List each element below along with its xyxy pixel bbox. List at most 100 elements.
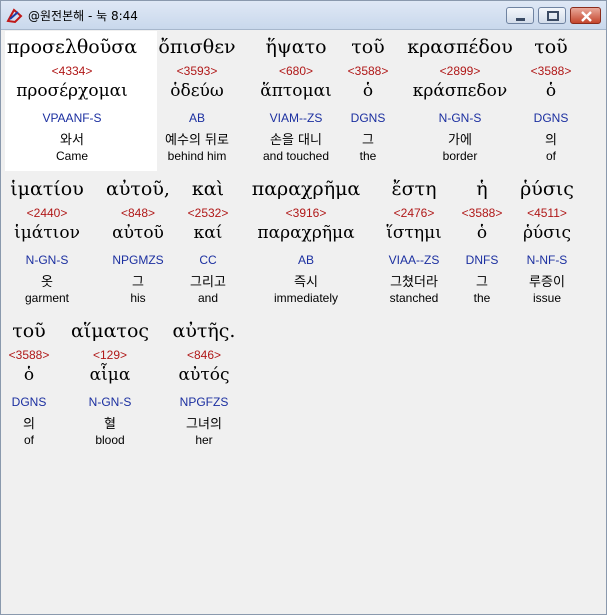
word-english: blood — [95, 433, 125, 447]
word-english: garment — [24, 291, 70, 305]
word-korean: 혈 — [104, 417, 116, 432]
word-korean: 그 — [362, 133, 374, 148]
word-lemma: καί — [193, 223, 223, 243]
word-strong: <4334> — [51, 64, 93, 78]
word-english: his — [130, 291, 146, 305]
word-strong: <3588> — [8, 348, 50, 362]
word-english: of — [23, 433, 34, 447]
maximize-button[interactable] — [538, 7, 566, 24]
word-lemma: ἱμάτιον — [14, 223, 80, 243]
word-english: issue — [532, 291, 561, 305]
word-english: of — [545, 149, 556, 163]
maximize-icon — [547, 11, 559, 21]
word-greek: τοῦ — [12, 320, 46, 342]
word-korean: 즉시 — [294, 275, 318, 290]
word-parse: N-GN-S — [25, 253, 69, 267]
word-greek: κρασπέδου — [407, 36, 513, 58]
word-greek: ἱματίου — [10, 178, 84, 200]
word-korean: 그 — [476, 275, 488, 290]
word-korean: 가에 — [448, 133, 472, 148]
word-parse: AB — [188, 111, 205, 125]
close-button[interactable] — [570, 7, 601, 24]
word-korean: 그 — [132, 275, 144, 290]
word-english: stanched — [389, 291, 439, 305]
word-english: behind him — [167, 149, 227, 163]
word-parse: DGNS — [533, 111, 569, 125]
word-korean: 손을 대니 — [270, 133, 322, 148]
word-parse: NPGMZS — [112, 253, 164, 267]
app-logo-icon — [6, 8, 23, 24]
word-parse: VPAANF-S — [42, 111, 102, 125]
word-lemma: προσέρχομαι — [16, 81, 128, 101]
word-strong: <2532> — [187, 206, 229, 220]
word-parse: DGNS — [350, 111, 386, 125]
word-korean: 그쳤더라 — [390, 275, 438, 290]
word-parse: DNFS — [465, 253, 499, 267]
word-lemma: ὁ — [476, 223, 488, 243]
word-strong: <848> — [120, 206, 156, 220]
word-lemma: παραχρῆμα — [257, 223, 355, 243]
word-korean: 와서 — [60, 133, 84, 148]
word-parse: N-GN-S — [88, 395, 132, 409]
word-korean: 의 — [23, 417, 35, 432]
word-strong: <846> — [186, 348, 222, 362]
word-strong: <3916> — [285, 206, 327, 220]
word-greek: ἡ — [476, 178, 488, 200]
word-lemma: ὁ — [362, 81, 374, 101]
word-greek: παραχρῆμα — [251, 178, 361, 200]
word-strong: <2899> — [439, 64, 481, 78]
word-greek: ὄπισθεν — [158, 36, 236, 58]
word-strong: <2440> — [26, 206, 68, 220]
word-lemma: ἵστημι — [386, 223, 442, 243]
word-lemma: αἷμα — [89, 365, 131, 385]
word-greek: προσελθοῦσα — [6, 36, 138, 58]
word-lemma: ῥύσις — [522, 223, 572, 243]
title-bar[interactable]: @원전본해 - 눅 8:44 — [1, 1, 606, 30]
word-greek: τοῦ — [351, 36, 385, 58]
word-strong: <3588> — [347, 64, 389, 78]
word-parse: N-GN-S — [438, 111, 482, 125]
word-parse: NPGFZS — [179, 395, 229, 409]
word-english: immediately — [273, 291, 339, 305]
word-english: her — [195, 433, 213, 447]
word-strong: <3588> — [461, 206, 503, 220]
word-strong: <129> — [92, 348, 128, 362]
word-strong: <3593> — [176, 64, 218, 78]
word-korean: 의 — [545, 133, 557, 148]
word-korean: 루증이 — [529, 275, 565, 290]
word-strong: <2476> — [393, 206, 435, 220]
word-english: and — [197, 291, 219, 305]
word-lemma: κράσπεδον — [412, 81, 508, 101]
word-korean: 그리고 — [190, 275, 226, 290]
word-greek: αὐτοῦ, — [106, 178, 170, 200]
word-strong: <4511> — [527, 206, 567, 220]
word-lemma: αὐτός — [178, 365, 230, 385]
word-korean: 예수의 뒤로 — [165, 133, 229, 148]
word-english: the — [473, 291, 491, 305]
word-greek: καὶ — [191, 178, 225, 200]
word-parse: CC — [199, 253, 217, 267]
word-english: the — [359, 149, 377, 163]
word-lemma: ὁ — [545, 81, 557, 101]
word-parse: N-NF-S — [526, 253, 568, 267]
window-title: @원전본해 - 눅 8:44 — [28, 9, 138, 23]
minimize-button[interactable] — [506, 7, 534, 24]
word-greek: ἥψατο — [265, 36, 327, 58]
word-strong: <3588> — [530, 64, 572, 78]
minimize-icon — [516, 18, 525, 21]
word-korean: 옷 — [41, 275, 53, 290]
word-english: Came — [55, 149, 88, 163]
word-korean: 그녀의 — [186, 417, 222, 432]
word-parse: AB — [297, 253, 314, 267]
word-lemma: ὁ — [23, 365, 35, 385]
word-strong: <680> — [278, 64, 314, 78]
word-lemma: ἅπτομαι — [260, 81, 332, 101]
word-greek: αἵματος — [70, 320, 150, 342]
word-greek: ῥύσις — [520, 178, 574, 200]
word-greek: ἔστη — [391, 178, 437, 200]
word-lemma: αὐτοῦ — [112, 223, 164, 243]
word-english: and touched — [262, 149, 330, 163]
word-lemma: ὁδεύω — [170, 81, 224, 101]
word-english: border — [442, 149, 478, 163]
close-icon — [581, 11, 592, 22]
